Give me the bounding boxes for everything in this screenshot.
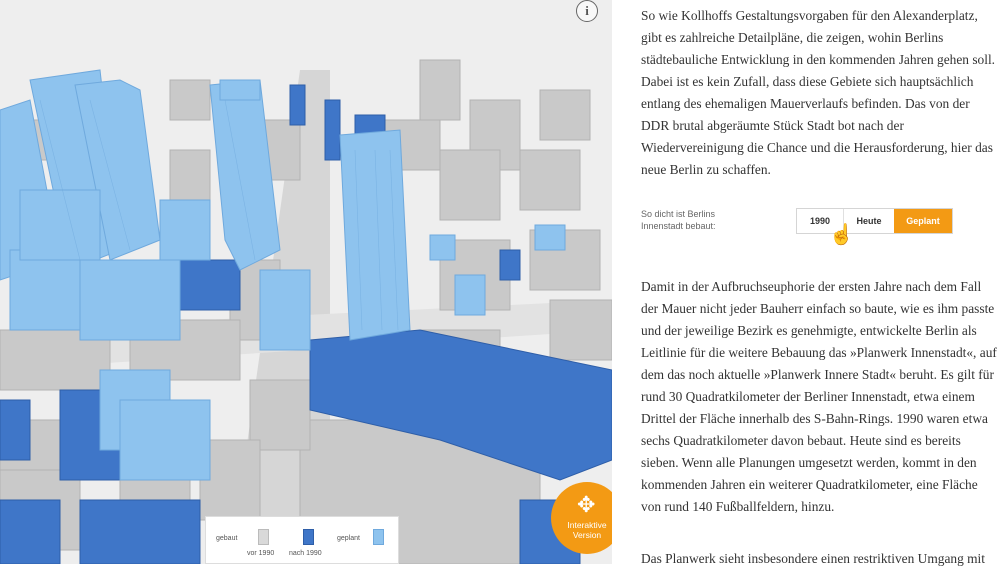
density-segmented-control[interactable]: 1990 Heute Geplant xyxy=(796,208,953,234)
article-paragraph-1: So wie Kollhoffs Gestaltungsvorgaben für… xyxy=(641,8,996,177)
article-paragraph-3: Das Planwerk sieht insbesondere einen re… xyxy=(641,551,985,566)
city-model-render xyxy=(0,0,612,564)
move-icon: ✥ xyxy=(577,492,596,517)
legend-after-1990-label: nach 1990 xyxy=(289,550,322,557)
city-3d-view[interactable]: i gebaut vor 1990 nach 1990 geplant ✥ In… xyxy=(0,0,612,564)
map-legend: gebaut vor 1990 nach 1990 geplant xyxy=(205,516,399,564)
legend-swatch-before-1990 xyxy=(258,529,269,545)
interactive-version-label: Interaktive Version xyxy=(567,520,607,540)
hand-pointer-icon: ☝ xyxy=(829,224,854,246)
legend-before-1990-label: vor 1990 xyxy=(247,550,275,557)
article-paragraph-2: Damit in der Aufbruchseuphorie der erste… xyxy=(641,279,997,514)
density-control-label: So dicht ist Berlins Innenstadt bebaut: xyxy=(641,209,716,231)
legend-planned-label: geplant xyxy=(337,535,360,542)
density-option-geplant[interactable]: Geplant xyxy=(894,209,952,233)
legend-built-label: gebaut xyxy=(216,535,238,542)
legend-swatch-planned xyxy=(373,529,384,545)
legend-swatch-after-1990 xyxy=(303,529,314,545)
info-icon[interactable]: i xyxy=(576,0,598,22)
